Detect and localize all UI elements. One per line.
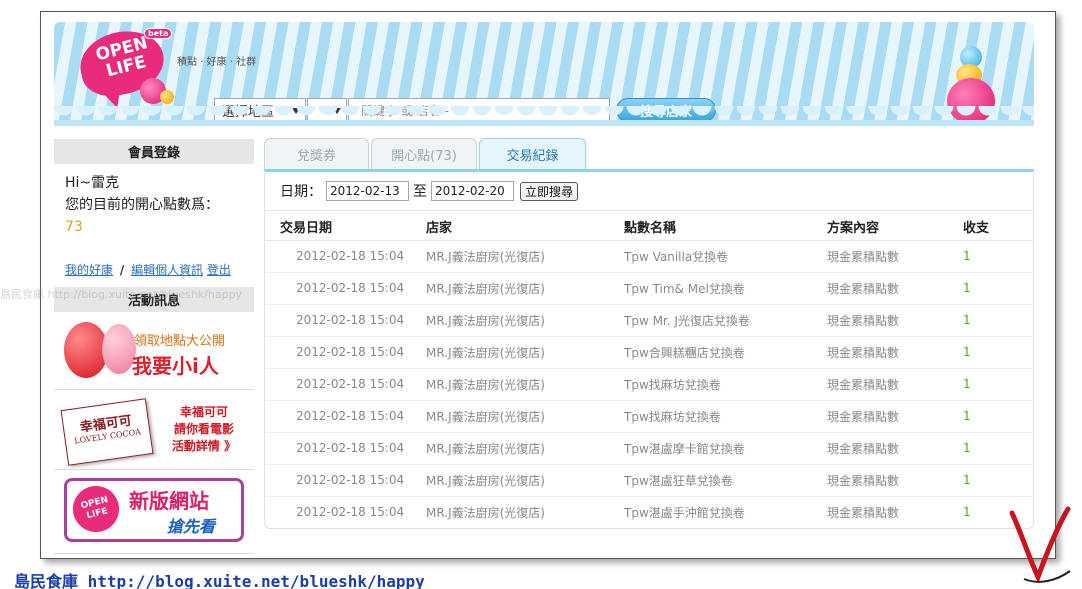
date-filter: 日期： 2012-02-13 至 2012-02-20 立即搜尋 — [265, 172, 1033, 210]
sidebar: 會員登錄 Hi~雷克 您的目前的開心點數爲： 73 我的好康 / 編輯個人資訊 … — [54, 139, 254, 559]
table-row: 2012-02-18 15:04 MR.J義法廚房(光復店) Tpw湛盧手沖館兌… — [296, 505, 971, 520]
search-now-button[interactable]: 立即搜尋 — [520, 181, 579, 201]
table-row: 2012-02-18 15:04 MR.J義法廚房(光復店) Tpw找麻坊兌換卷… — [265, 400, 1033, 433]
link-separator: / — [119, 263, 125, 277]
transaction-panel: 日期： 2012-02-13 至 2012-02-20 立即搜尋 交易日期 店家… — [264, 169, 1034, 529]
browser-frame: OPEN LIFE beta 積點 · 好康 · 社群 選擇地區 - 關鍵字 或… — [40, 11, 1056, 559]
greeting-text: Hi~雷克 — [65, 175, 120, 191]
promo-banner-i-ren[interactable]: 領取地點大公開 我要小i人 — [54, 314, 254, 390]
date-from-input[interactable]: 2012-02-13 — [326, 181, 409, 201]
transaction-table: 交易日期 店家 點數名稱 方案內容 收支 2012-02-18 15:04 MR… — [265, 214, 1033, 528]
table-row: 2012-02-18 15:04 MR.J義法廚房(光復店) Tpw合興糕糰店兌… — [265, 336, 1033, 369]
promo-text: 幸福可可 請你看電影 活動詳情 》 — [171, 405, 237, 453]
big-pink-mascot-icon — [947, 78, 995, 120]
table-row: 2012-02-18 15:04 MR.J義法廚房(光復店) Tpw Vanil… — [265, 240, 1033, 273]
search-store-button[interactable]: 搜尋店家 — [616, 98, 716, 120]
yellow-mascot-icon — [160, 90, 174, 104]
account-tabs: 兌獎券 開心點(73) 交易紀錄 — [264, 138, 588, 170]
table-header-row: 交易日期 店家 點數名稱 方案內容 收支 — [265, 214, 1033, 241]
site-tagline: 積點 · 好康 · 社群 — [177, 57, 257, 68]
promo-banner-new-site[interactable]: OPEN LIFE 新版網站 搶先看 — [54, 474, 254, 554]
store-search-bar: 選擇地區 - 關鍵字 或 店名 - 搜尋店家 — [214, 97, 716, 120]
table-row: 2012-02-18 15:04 MR.J義法廚房(光復店) Tpw湛盧狂草兌換… — [265, 464, 1033, 497]
region-select[interactable]: 選擇地區 — [214, 97, 306, 120]
divider — [265, 210, 1033, 211]
beta-badge: beta — [144, 28, 173, 39]
col-plan: 方案內容 — [827, 214, 963, 241]
chevron-down-icon — [333, 107, 341, 114]
signature-logo — [1009, 506, 1071, 584]
member-login-title: 會員登錄 — [54, 139, 254, 164]
points-value: 73 — [65, 219, 83, 235]
table-row: 2012-02-18 15:04 MR.J義法廚房(光復店) Tpw湛盧摩卡館兌… — [265, 432, 1033, 465]
logout-link[interactable]: 登出 — [207, 263, 231, 277]
openlife-mini-logo: OPEN LIFE — [68, 481, 124, 537]
blog-watermark: 島民食庫 http://blog.xuite.net/blueshk/happy — [0, 288, 243, 301]
col-date: 交易日期 — [265, 214, 426, 241]
col-point-name: 點數名稱 — [624, 214, 827, 241]
tab-transaction-history[interactable]: 交易紀錄 — [479, 138, 586, 170]
pink-mascot-icon — [102, 324, 136, 374]
site-header: OPEN LIFE beta 積點 · 好康 · 社群 選擇地區 - 關鍵字 或… — [54, 22, 1034, 126]
chevron-down-icon — [292, 107, 300, 114]
cocoa-card: 幸福可可 LOVELY COCOA — [60, 398, 154, 466]
table-row: 2012-02-18 15:04 MR.J義法廚房(光復店) Tpw Tim& … — [265, 272, 1033, 305]
promo-banner-lovely-cocoa[interactable]: 幸福可可 LOVELY COCOA 幸福可可 請你看電影 活動詳情 》 — [54, 394, 254, 470]
table-row: 2012-02-18 15:04 MR.J義法廚房(光復店) Tpw找麻坊兌換卷… — [265, 368, 1033, 401]
date-label: 日期： — [280, 184, 322, 200]
member-info: Hi~雷克 您的目前的開心點數爲： 73 — [54, 164, 254, 238]
col-store: 店家 — [426, 214, 624, 241]
tab-happy-points[interactable]: 開心點(73) — [371, 138, 477, 170]
date-to-input[interactable]: 2012-02-20 — [431, 181, 514, 201]
new-site-box: OPEN LIFE 新版網站 搶先看 — [64, 478, 244, 542]
promo-line2: 我要小i人 — [132, 354, 219, 378]
blog-caption: 島民食庫 http://blog.xuite.net/blueshk/happy — [14, 572, 425, 589]
table-row: 2012-02-18 15:04 MR.J義法廚房(光復店) Tpw Mr. J… — [265, 304, 1033, 337]
district-select[interactable] — [307, 97, 347, 120]
promo-line1: 領取地點大公開 — [134, 334, 226, 349]
member-links: 我的好康 / 編輯個人資訊 登出 — [65, 261, 231, 278]
edit-profile-link[interactable]: 編輯個人資訊 — [131, 263, 203, 277]
points-label: 您的目前的開心點數爲： — [65, 197, 219, 213]
tab-coupons[interactable]: 兌獎券 — [264, 138, 369, 170]
openlife-logo[interactable]: OPEN LIFE beta — [74, 23, 174, 106]
col-amount: 收支 — [963, 214, 1033, 241]
keyword-input[interactable]: - 關鍵字 或 店名 - — [348, 97, 610, 120]
date-to-label: 至 — [413, 184, 427, 200]
my-favorites-link[interactable]: 我的好康 — [65, 263, 113, 277]
